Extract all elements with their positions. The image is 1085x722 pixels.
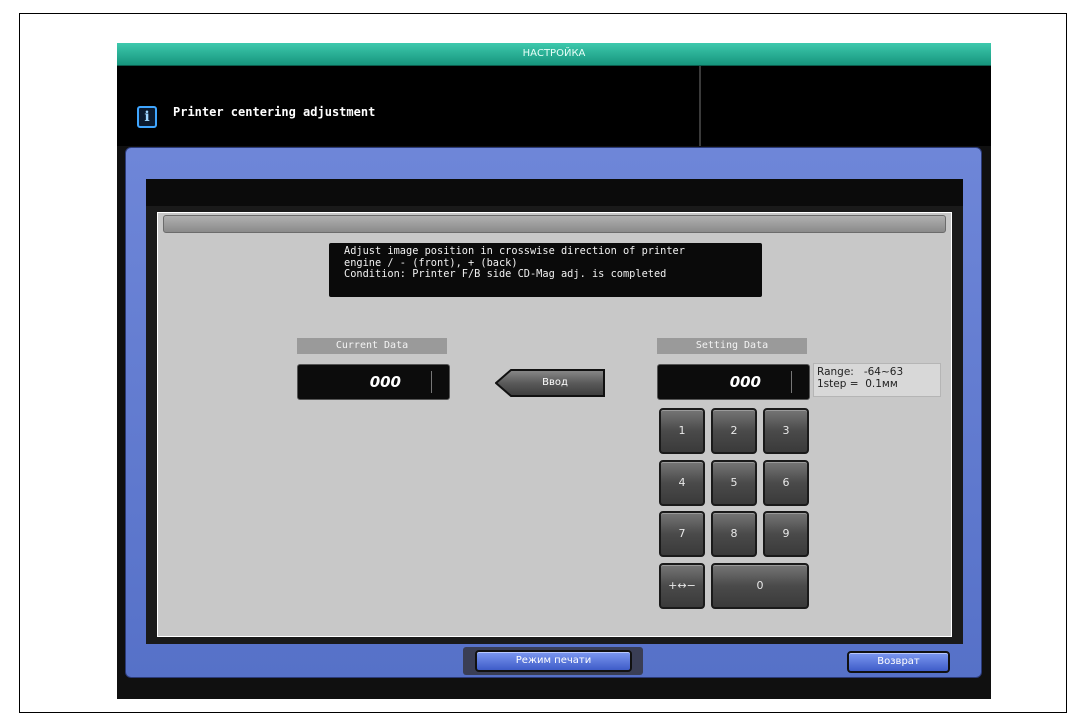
page-title: Printer centering adjustment bbox=[173, 105, 376, 119]
sign-toggle-key[interactable]: +↔− bbox=[659, 563, 705, 609]
description-line: Adjust image position in crosswise direc… bbox=[344, 245, 685, 257]
panel-header-bar bbox=[146, 179, 963, 206]
header-divider bbox=[699, 66, 701, 146]
key-2[interactable]: 2 bbox=[711, 408, 757, 454]
window-title: НАСТРОЙКА bbox=[117, 43, 991, 66]
current-data-label: Current Data bbox=[297, 338, 447, 354]
current-data-display: 000 bbox=[297, 364, 450, 400]
key-3[interactable]: 3 bbox=[763, 408, 809, 454]
key-5[interactable]: 5 bbox=[711, 460, 757, 506]
key-4[interactable]: 4 bbox=[659, 460, 705, 506]
description-line: Condition: Printer F/B side CD-Mag adj. … bbox=[344, 268, 667, 280]
setting-data-display: 000 bbox=[657, 364, 810, 400]
print-mode-button[interactable]: Режим печати bbox=[475, 650, 632, 672]
setting-data-value: 000 bbox=[672, 371, 792, 393]
setting-data-label: Setting Data bbox=[657, 338, 807, 354]
header-area: i Printer centering adjustment bbox=[117, 66, 991, 146]
key-6[interactable]: 6 bbox=[763, 460, 809, 506]
key-7[interactable]: 7 bbox=[659, 511, 705, 557]
enter-button[interactable]: Ввод bbox=[495, 369, 605, 397]
range-text: Range: -64~63 bbox=[817, 366, 904, 378]
info-icon: i bbox=[137, 106, 157, 128]
key-1[interactable]: 1 bbox=[659, 408, 705, 454]
key-9[interactable]: 9 bbox=[763, 511, 809, 557]
enter-button-label: Ввод bbox=[542, 377, 568, 388]
step-text: 1step = 0.1мм bbox=[817, 378, 898, 390]
back-button[interactable]: Возврат bbox=[847, 651, 950, 673]
current-data-value: 000 bbox=[312, 371, 432, 393]
range-info: Range: -64~63 1step = 0.1мм bbox=[813, 363, 941, 397]
key-0[interactable]: 0 bbox=[711, 563, 809, 609]
description-box: Adjust image position in crosswise direc… bbox=[329, 243, 762, 297]
section-strip bbox=[163, 215, 946, 233]
key-8[interactable]: 8 bbox=[711, 511, 757, 557]
